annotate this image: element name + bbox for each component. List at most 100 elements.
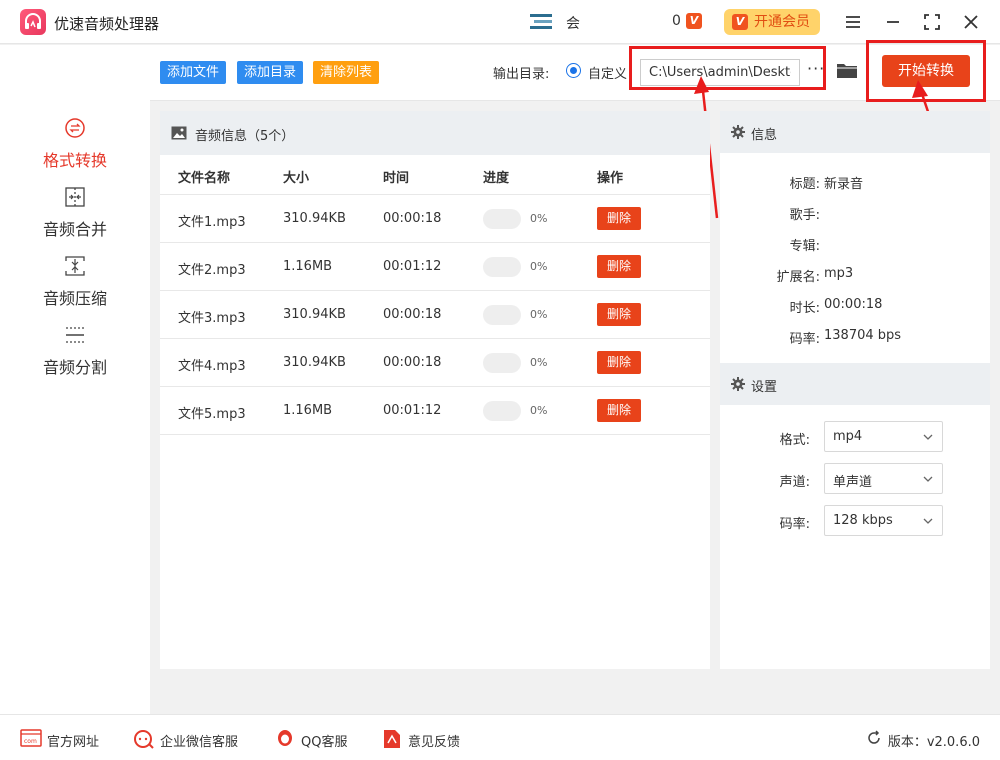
vip-icon: V: [732, 14, 748, 30]
open-vip-button[interactable]: V 开通会员: [724, 9, 820, 35]
table-row[interactable]: 文件1.mp3 310.94KB 00:00:18 0% 删除: [160, 194, 710, 242]
add-file-button[interactable]: 添加文件: [160, 61, 227, 84]
file-name: 文件4.mp3: [178, 359, 246, 374]
qq-support-label: QQ客服: [301, 735, 348, 750]
merge-icon: [64, 186, 86, 208]
info-key: 扩展名:: [776, 270, 820, 285]
wechat-icon: [134, 730, 154, 749]
sidebar: 格式转换 音频合并 音频压缩 音频分割: [0, 45, 150, 714]
channel-setting: 声道: 单声道: [720, 463, 990, 495]
output-path-input[interactable]: [640, 59, 800, 86]
custom-dir-radio[interactable]: [566, 63, 581, 78]
feedback-label: 意见反馈: [408, 735, 461, 750]
file-name: 文件2.mp3: [178, 263, 246, 278]
info-row-title: 标题: 新录音: [720, 173, 990, 193]
table-row[interactable]: 文件5.mp3 1.16MB 00:01:12 0% 删除: [160, 386, 710, 434]
split-icon: [64, 324, 86, 346]
website-icon: com: [20, 729, 42, 747]
file-size: 310.94KB: [283, 307, 346, 322]
delete-button[interactable]: 删除: [597, 207, 641, 230]
footer: com 官方网址 企业微信客服 QQ客服 意见反馈 版本：v2.0.6.0: [0, 714, 1000, 760]
sidebar-item-audio-compress[interactable]: 音频压缩: [0, 255, 150, 315]
user-name: 会: [566, 16, 580, 32]
file-duration: 00:00:18: [383, 355, 442, 370]
sidebar-item-audio-merge[interactable]: 音频合并: [0, 186, 150, 246]
column-header-size: 大小: [283, 171, 310, 186]
gear-icon: [731, 125, 745, 143]
progress-percent: 0%: [530, 404, 548, 417]
file-list-panel: 音频信息（5个） 文件名称 大小 时间 进度 操作 文件1.mp3 310.94…: [160, 111, 710, 669]
info-key: 码率:: [789, 332, 820, 347]
start-convert-button[interactable]: 开始转换: [882, 55, 970, 87]
delete-button[interactable]: 删除: [597, 399, 641, 422]
progress-bar: [483, 401, 521, 421]
format-select[interactable]: mp4: [824, 421, 943, 452]
file-list-header: 音频信息（5个）: [160, 111, 710, 155]
info-value: 00:00:18: [824, 297, 883, 312]
progress-bar: [483, 257, 521, 277]
more-options-icon[interactable]: ···: [807, 59, 825, 78]
sidebar-item-label: 音频压缩: [42, 289, 107, 308]
progress-percent: 0%: [530, 356, 548, 369]
menu-icon[interactable]: [842, 11, 864, 33]
refresh-icon[interactable]: [866, 730, 882, 746]
vip-badge-icon: V: [686, 13, 702, 29]
feedback-link[interactable]: 意见反馈: [381, 729, 471, 750]
list-divider: [160, 434, 710, 435]
minimize-icon[interactable]: [882, 11, 904, 33]
delete-button[interactable]: 删除: [597, 303, 641, 326]
wechat-support-link[interactable]: 企业微信客服: [133, 729, 253, 750]
file-duration: 00:00:18: [383, 211, 442, 226]
info-row-bitrate: 码率: 138704 bps: [720, 328, 990, 348]
table-row[interactable]: 文件4.mp3 310.94KB 00:00:18 0% 删除: [160, 338, 710, 386]
format-label: 格式:: [779, 433, 810, 448]
app-logo-icon: [20, 9, 46, 35]
info-section-header: 信息: [720, 111, 990, 153]
user-id-suffix: 0: [672, 13, 681, 29]
info-value: 新录音: [824, 177, 864, 192]
progress-percent: 0%: [530, 212, 548, 225]
channel-select[interactable]: 单声道: [824, 463, 943, 494]
qq-icon: [278, 730, 292, 746]
convert-icon: [64, 117, 86, 139]
column-header-name: 文件名称: [178, 171, 231, 186]
file-duration: 00:00:18: [383, 307, 442, 322]
sidebar-item-label: 音频分割: [42, 358, 107, 377]
folder-icon[interactable]: [836, 61, 858, 83]
bitrate-label: 码率:: [779, 517, 810, 532]
delete-button[interactable]: 删除: [597, 255, 641, 278]
channel-label: 声道:: [779, 475, 810, 490]
sidebar-item-label: 格式转换: [42, 151, 107, 170]
info-settings-panel: 信息 标题: 新录音 歌手: 专辑: 扩展名: mp3 时长: 00:00:18…: [720, 111, 990, 669]
bitrate-select[interactable]: 128 kbps: [824, 505, 943, 536]
clear-list-button[interactable]: 清除列表: [313, 61, 380, 84]
file-list-title: 音频信息（5个）: [195, 129, 295, 144]
add-directory-button[interactable]: 添加目录: [237, 61, 304, 84]
sidebar-item-format-convert[interactable]: 格式转换: [0, 117, 150, 177]
chevron-down-icon: [923, 476, 933, 482]
wechat-support-label: 企业微信客服: [160, 735, 239, 750]
info-section-title: 信息: [751, 128, 778, 143]
file-size: 1.16MB: [283, 403, 333, 418]
qq-support-link[interactable]: QQ客服: [274, 729, 364, 750]
open-vip-label: 开通会员: [754, 14, 810, 30]
table-row[interactable]: 文件3.mp3 310.94KB 00:00:18 0% 删除: [160, 290, 710, 338]
column-header-action: 操作: [597, 171, 624, 186]
gear-icon: [731, 377, 745, 395]
user-avatar-icon[interactable]: [528, 12, 556, 32]
custom-dir-label: 自定义: [588, 67, 628, 82]
official-website-link[interactable]: com 官方网址: [20, 729, 110, 750]
column-header-progress: 进度: [483, 171, 510, 186]
info-key: 时长:: [789, 301, 820, 316]
info-value: mp3: [824, 266, 854, 281]
close-icon[interactable]: [960, 11, 982, 33]
sidebar-item-audio-split[interactable]: 音频分割: [0, 324, 150, 384]
table-row[interactable]: 文件2.mp3 1.16MB 00:01:12 0% 删除: [160, 242, 710, 290]
compress-icon: [64, 255, 86, 277]
delete-button[interactable]: 删除: [597, 351, 641, 374]
format-value: mp4: [833, 429, 863, 444]
maximize-icon[interactable]: [921, 11, 943, 33]
progress-bar: [483, 305, 521, 325]
column-header-time: 时间: [383, 171, 410, 186]
file-size: 310.94KB: [283, 355, 346, 370]
